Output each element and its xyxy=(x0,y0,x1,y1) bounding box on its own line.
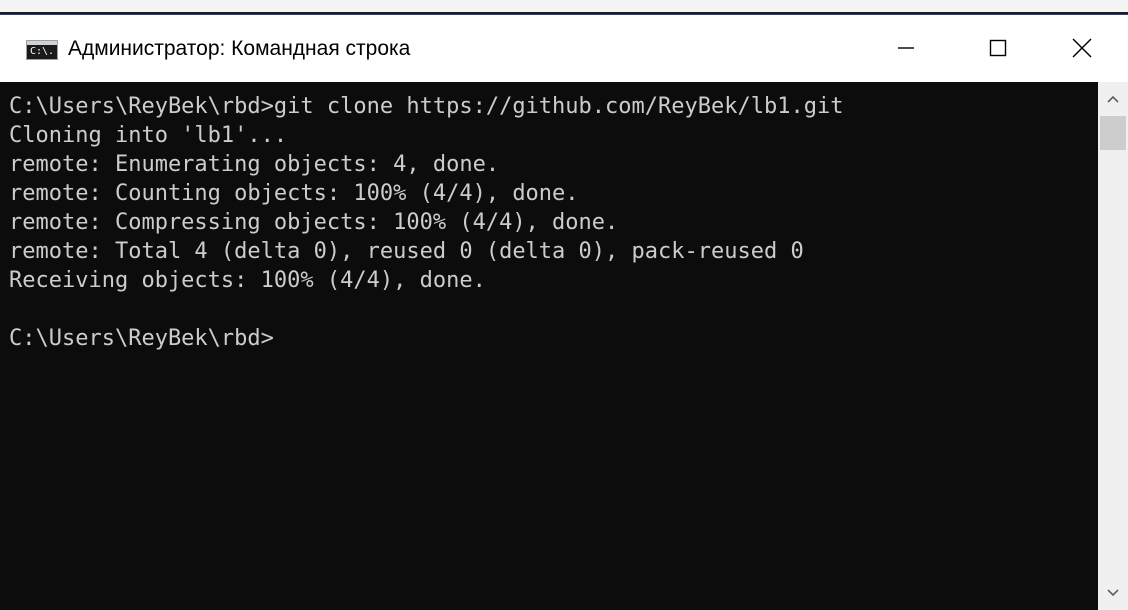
terminal-line: remote: Compressing objects: 100% (4/4),… xyxy=(9,210,619,235)
console-window: C:\. Администратор: Командная строка C:\… xyxy=(0,0,1128,610)
close-button[interactable] xyxy=(1036,15,1128,81)
terminal-line: remote: Counting objects: 100% (4/4), do… xyxy=(9,181,579,206)
vertical-scrollbar[interactable] xyxy=(1098,82,1128,610)
scroll-down-button[interactable] xyxy=(1098,576,1128,610)
desktop-strip xyxy=(0,0,1128,12)
maximize-button[interactable] xyxy=(952,15,1044,81)
terminal-prompt: C:\Users\ReyBek\rbd> xyxy=(9,326,274,351)
terminal-line: Cloning into 'lb1'... xyxy=(9,123,288,148)
cmd-icon[interactable]: C:\. xyxy=(26,40,58,60)
close-icon xyxy=(1072,38,1092,58)
terminal-line: remote: Enumerating objects: 4, done. xyxy=(9,152,500,177)
terminal-line: Receiving objects: 100% (4/4), done. xyxy=(9,268,486,293)
scroll-up-button[interactable] xyxy=(1098,82,1128,116)
cmd-icon-glyph: C:\. xyxy=(30,46,55,57)
chevron-up-icon xyxy=(1107,95,1119,103)
terminal-output[interactable]: C:\Users\ReyBek\rbd>git clone https://gi… xyxy=(0,82,1098,610)
maximize-icon xyxy=(989,39,1007,57)
minimize-icon xyxy=(898,47,914,49)
title-bar[interactable]: C:\. Администратор: Командная строка xyxy=(0,14,1128,82)
terminal-line: remote: Total 4 (delta 0), reused 0 (del… xyxy=(9,239,804,264)
chevron-down-icon xyxy=(1107,589,1119,597)
scrollbar-thumb[interactable] xyxy=(1100,116,1126,150)
window-title: Администратор: Командная строка xyxy=(68,37,411,60)
minimize-button[interactable] xyxy=(860,15,952,81)
terminal-line: C:\Users\ReyBek\rbd>git clone https://gi… xyxy=(9,94,844,119)
